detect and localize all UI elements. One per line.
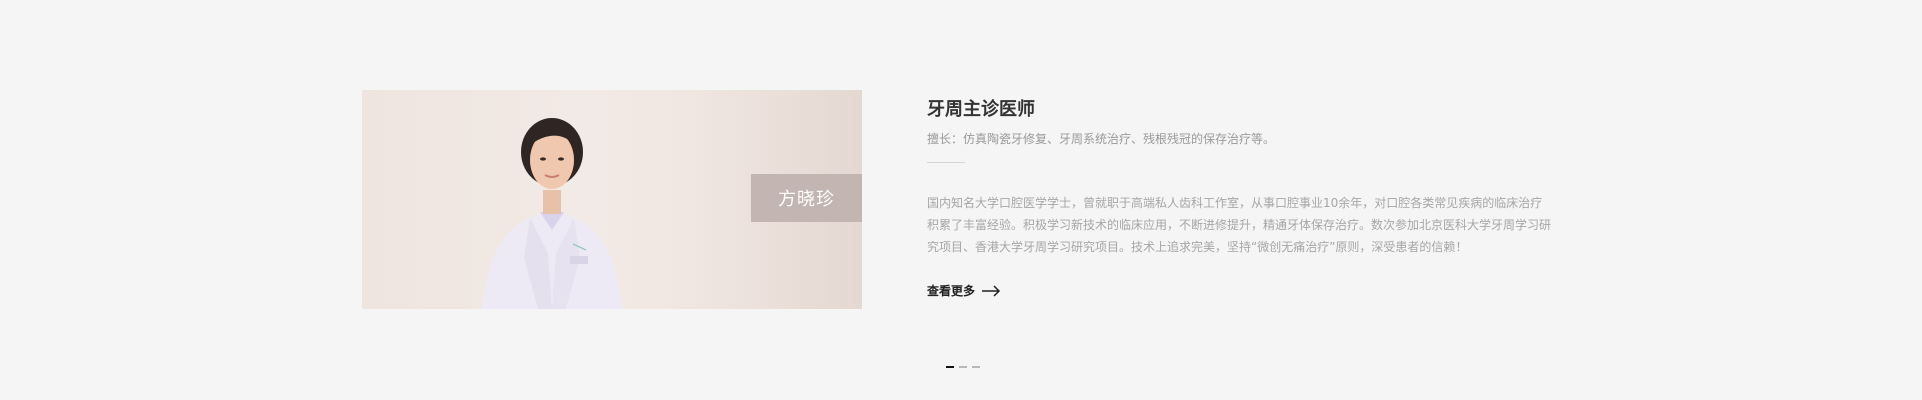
view-more-label: 查看更多 — [927, 284, 976, 298]
doctor-title: 牙周主诊医师 — [927, 99, 1035, 120]
doctor-info: 牙周主诊医师 擅长：仿真陶瓷牙修复、牙周系统治疗、残根残冠的保存治疗等。 国内知… — [927, 96, 1557, 258]
doctor-bio: 国内知名大学口腔医学学士，曾就职于高端私人齿科工作室，从事口腔事业10余年，对口… — [927, 196, 1552, 254]
doctor-name-badge: 方晓珍 — [751, 174, 862, 222]
pagination-dot-2[interactable] — [959, 366, 967, 368]
arrow-right-icon — [982, 284, 1001, 297]
pagination-dot-3[interactable] — [972, 366, 980, 368]
divider — [927, 162, 965, 163]
carousel-pagination — [946, 366, 980, 368]
doctor-portrait-illustration — [482, 118, 622, 309]
pagination-dot-1[interactable] — [946, 366, 954, 368]
view-more-link[interactable]: 查看更多 — [927, 282, 1001, 299]
doctor-specialty: 擅长：仿真陶瓷牙修复、牙周系统治疗、残根残冠的保存治疗等。 — [927, 132, 1276, 146]
doctor-carousel-section: 方晓珍 牙周主诊医师 擅长：仿真陶瓷牙修复、牙周系统治疗、残根残冠的保存治疗等。… — [0, 0, 1922, 400]
